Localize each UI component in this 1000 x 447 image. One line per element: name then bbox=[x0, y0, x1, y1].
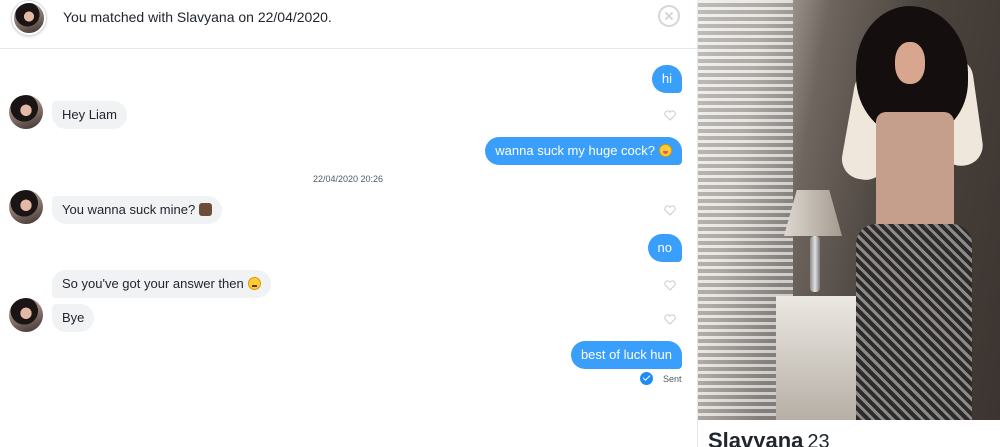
sender-avatar[interactable] bbox=[9, 95, 43, 129]
chat-header: You matched with Slavyana on 22/04/2020. bbox=[0, 0, 697, 49]
outgoing-message: wanna suck my huge cock? bbox=[485, 137, 682, 165]
message-text: no bbox=[657, 240, 672, 255]
like-heart-icon[interactable] bbox=[664, 280, 676, 291]
message-text: best of luck hun bbox=[580, 347, 672, 362]
profile-photo[interactable] bbox=[698, 0, 1000, 420]
delivery-status: Sent bbox=[640, 372, 682, 386]
incoming-message: Bye bbox=[52, 304, 95, 332]
match-avatar[interactable] bbox=[12, 1, 46, 35]
message-text: hi bbox=[661, 71, 672, 86]
profile-age: 23 bbox=[807, 431, 830, 447]
match-info-text: You matched with Slavyana on 22/04/2020. bbox=[63, 9, 332, 25]
outgoing-message: best of luck hun bbox=[570, 341, 682, 369]
sender-avatar[interactable] bbox=[9, 298, 43, 332]
message-text: So you've got your answer then bbox=[62, 276, 244, 291]
sent-label: Sent bbox=[663, 374, 682, 384]
like-heart-icon[interactable] bbox=[664, 110, 676, 121]
message-text: wanna suck my huge cock? bbox=[495, 143, 655, 158]
tongue-face-emoji bbox=[659, 144, 672, 157]
incoming-message: Hey Liam bbox=[52, 101, 127, 129]
message-text: You wanna suck mine? bbox=[62, 202, 196, 217]
outgoing-message: no bbox=[647, 234, 682, 262]
sent-check-icon bbox=[640, 372, 653, 385]
message-timestamp: 22/04/2020 20:26 bbox=[313, 174, 384, 184]
message-text: Hey Liam bbox=[62, 107, 117, 122]
incoming-message: You wanna suck mine? bbox=[52, 196, 223, 224]
woman-facepalm-emoji bbox=[199, 203, 213, 216]
like-heart-icon[interactable] bbox=[664, 314, 676, 325]
sender-avatar[interactable] bbox=[9, 190, 43, 224]
close-icon[interactable] bbox=[658, 5, 680, 27]
incoming-message: So you've got your answer then bbox=[52, 270, 271, 298]
like-heart-icon[interactable] bbox=[664, 205, 676, 216]
angry-face-emoji bbox=[247, 277, 261, 290]
chat-panel: You matched with Slavyana on 22/04/2020.… bbox=[0, 0, 697, 447]
profile-panel: Slavyana 23 bbox=[697, 0, 1000, 447]
profile-name-text: Slavyana bbox=[708, 428, 804, 447]
outgoing-message: hi bbox=[651, 65, 682, 93]
message-text: Bye bbox=[62, 310, 85, 325]
profile-name: Slavyana 23 bbox=[708, 428, 830, 447]
